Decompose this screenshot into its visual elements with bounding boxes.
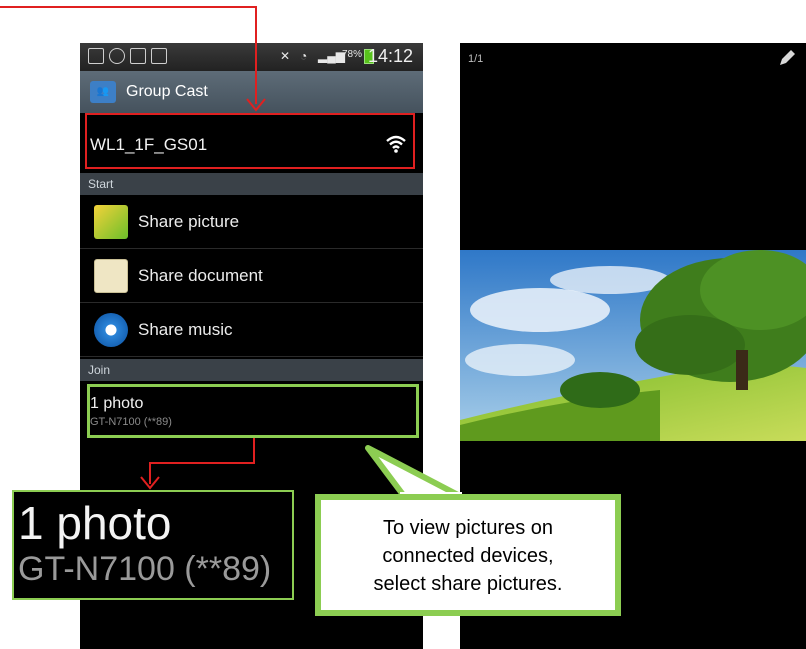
- status-bar: ✕ ◔ ▂▄▆ 78% 14:12: [80, 43, 423, 71]
- join-section-header: Join: [80, 359, 423, 381]
- callout-line-3: select share pictures.: [373, 573, 563, 595]
- shared-photo: [460, 250, 806, 441]
- clock: 14:12: [367, 46, 413, 66]
- start-section-header: Start: [80, 173, 423, 195]
- music-icon: [94, 313, 128, 347]
- mute-icon: ✕: [280, 49, 291, 63]
- share-music-item[interactable]: Share music: [80, 303, 423, 357]
- share-music-label: Share music: [138, 320, 233, 339]
- callout-line-1: To view pictures on: [382, 517, 554, 539]
- wifi-status-icon: ◔: [300, 49, 308, 63]
- signal-icon: ▂▄▆: [318, 49, 345, 63]
- pencil-icon[interactable]: [777, 48, 797, 68]
- image-counter: 1/1: [468, 53, 484, 65]
- share-picture-label: Share picture: [138, 212, 240, 231]
- annotation-arrow-line: [0, 6, 257, 8]
- arrow-down-icon: [246, 98, 266, 112]
- screen-notification-icon: [130, 48, 146, 64]
- instruction-callout: To view pictures on connected devices, s…: [315, 494, 621, 616]
- annotation-arrow-line: [149, 462, 255, 464]
- annotation-arrow-line: [253, 438, 255, 464]
- share-picture-item[interactable]: Share picture: [80, 195, 423, 249]
- battery-percent: 78%: [342, 49, 363, 60]
- picture-icon: [94, 205, 128, 239]
- network-highlight-box: [85, 113, 415, 169]
- callout-line-2: connected devices,: [382, 545, 554, 567]
- store-notification-icon: [151, 48, 167, 64]
- zoom-device: GT-N7100 (**89): [18, 550, 272, 588]
- arrow-down-icon: [140, 476, 160, 490]
- share-document-label: Share document: [138, 266, 263, 285]
- join-highlight-box: [87, 384, 419, 438]
- share-document-item[interactable]: Share document: [80, 249, 423, 303]
- zoom-title: 1 photo: [18, 497, 172, 549]
- sync-notification-icon: [109, 48, 125, 64]
- zoomed-join-item: 1 photo GT-N7100 (**89): [12, 490, 294, 600]
- app-title: Group Cast: [126, 83, 208, 100]
- annotation-arrow-line: [255, 6, 257, 104]
- group-people-icon: 👥: [90, 81, 116, 103]
- document-icon: [94, 259, 128, 293]
- gallery-notification-icon: [88, 48, 104, 64]
